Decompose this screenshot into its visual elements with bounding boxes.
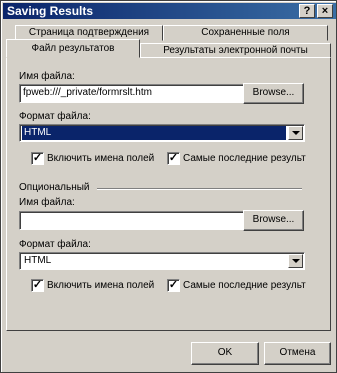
close-button[interactable]: × xyxy=(317,4,333,18)
browse-button[interactable]: Browse... xyxy=(243,83,304,104)
tab-results-file[interactable]: Файл результатов xyxy=(6,39,140,58)
file-format-value: HTML xyxy=(22,126,286,140)
optional-file-format-value: HTML xyxy=(24,255,52,266)
optional-file-name-input[interactable] xyxy=(19,211,245,230)
saving-results-dialog: Saving Results ? × Страница подтверждени… xyxy=(0,0,337,373)
cancel-button[interactable]: Отмена xyxy=(264,342,331,365)
optional-latest-results-first-label: Самые последние результ xyxy=(183,280,306,291)
optional-include-field-names-checkbox[interactable]: ✓ xyxy=(31,279,44,292)
file-format-select[interactable]: HTML xyxy=(19,124,305,142)
optional-file-name-label: Имя файла: xyxy=(19,197,75,208)
optional-latest-results-first-checkbox[interactable]: ✓ xyxy=(167,279,180,292)
chevron-down-icon[interactable] xyxy=(288,254,303,268)
include-field-names-checkbox[interactable]: ✓ xyxy=(31,152,44,165)
optional-file-format-label: Формат файла: xyxy=(19,239,91,250)
optional-file-format-select[interactable]: HTML xyxy=(19,252,305,270)
file-format-label: Формат файла: xyxy=(19,111,91,122)
optional-browse-button[interactable]: Browse... xyxy=(243,210,304,231)
optional-include-field-names-label: Включить имена полей xyxy=(47,280,155,291)
tab-email-results[interactable]: Результаты электронной почты xyxy=(140,43,331,58)
ok-button[interactable]: OK xyxy=(191,342,259,365)
chevron-down-icon[interactable] xyxy=(288,126,303,140)
file-name-input[interactable]: fpweb:///_private/formrslt.htm xyxy=(19,84,245,103)
file-name-label: Имя файла: xyxy=(19,71,75,82)
help-button[interactable]: ? xyxy=(299,4,315,18)
optional-section-label: Опциональный xyxy=(19,182,90,193)
latest-results-first-label: Самые последние результ xyxy=(183,153,306,164)
window-title: Saving Results xyxy=(7,4,94,18)
results-file-panel: Имя файла: fpweb:///_private/formrslt.ht… xyxy=(6,57,331,331)
section-divider xyxy=(97,188,302,190)
include-field-names-label: Включить имена полей xyxy=(47,153,155,164)
latest-results-first-checkbox[interactable]: ✓ xyxy=(167,152,180,165)
title-bar[interactable]: Saving Results ? × xyxy=(3,3,336,19)
tab-saved-fields[interactable]: Сохраненные поля xyxy=(163,25,328,41)
